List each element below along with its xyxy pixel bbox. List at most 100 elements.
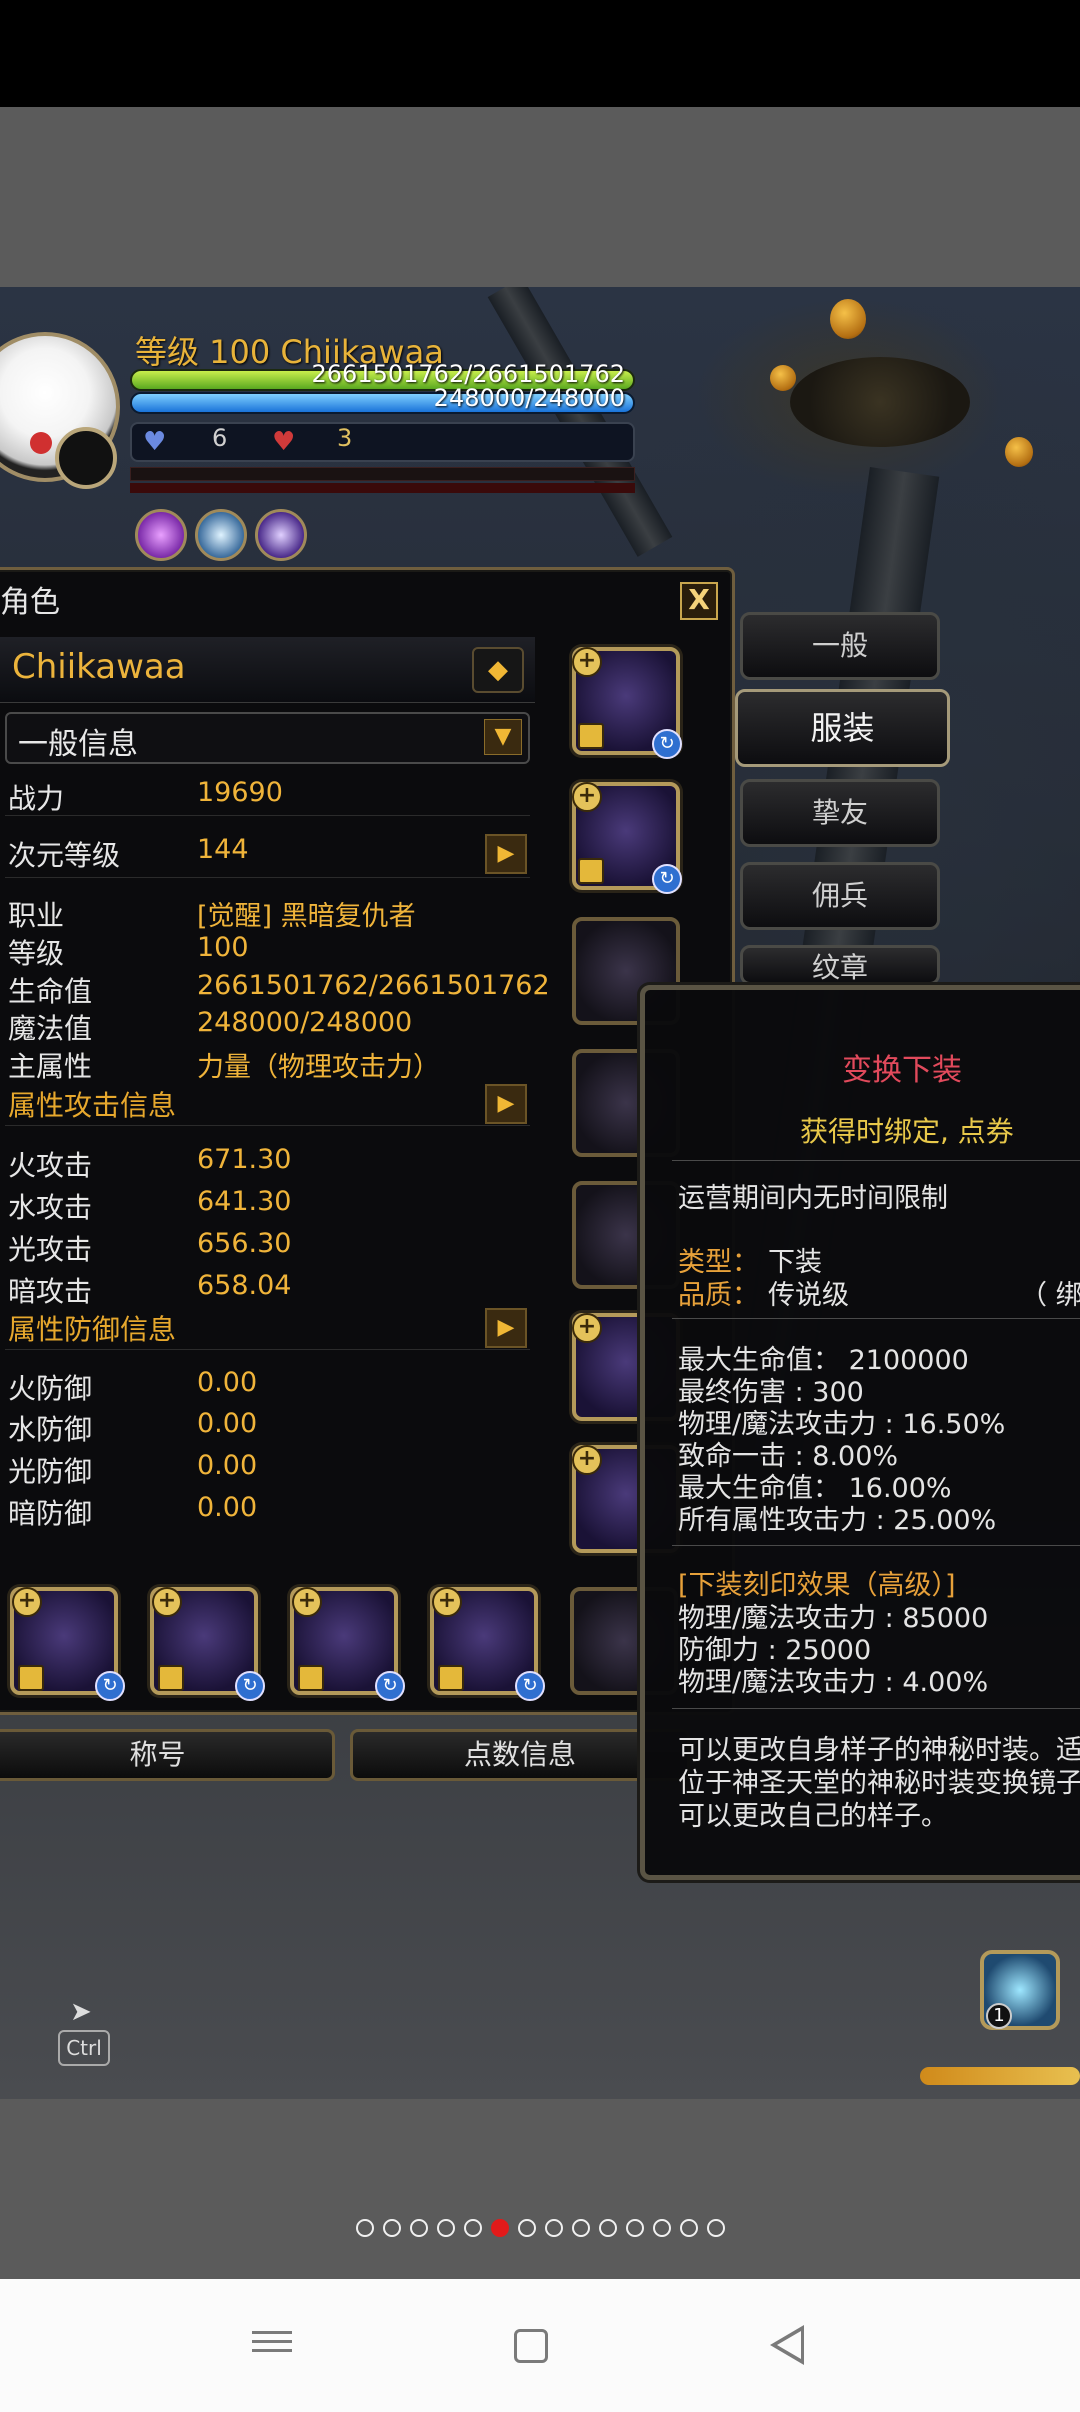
xp-bar [130,467,635,481]
page-dot[interactable] [464,2219,482,2237]
plus-icon: + [572,782,602,812]
stat-label: 水攻击 [8,1191,93,1224]
stat-value: 0.00 [197,1492,258,1523]
lock-icon [18,1665,44,1691]
page-dot[interactable] [545,2219,563,2237]
diamond-button[interactable]: ◆ [472,647,524,693]
page-dot[interactable] [410,2219,428,2237]
stat-label: 光攻击 [8,1233,93,1266]
menu-icon[interactable] [252,2325,292,2365]
stat-value: 248000/248000 [197,1007,413,1038]
sub-bar [130,483,635,493]
stat-label: 火防御 [8,1372,93,1405]
red-buff-count: 3 [337,424,353,452]
tab-emblem[interactable]: 纹章 [740,945,940,985]
buff-skill-icon[interactable] [255,509,307,561]
stat-value: 656.30 [197,1228,292,1259]
page-dot[interactable] [518,2219,536,2237]
lantern [770,365,796,391]
quality-value: 传说级 [768,1280,849,1311]
plus-icon: + [572,1313,602,1343]
chevron-right-icon[interactable]: ▶ [485,1308,527,1348]
swap-icon: ↻ [95,1671,125,1701]
time-limit: 运营期间内无时间限制 [678,1183,948,1214]
blue-heart-icon: ♥ [143,427,167,457]
page-dot[interactable] [707,2219,725,2237]
lock-icon [438,1665,464,1691]
stat-label: 暗防御 [8,1497,93,1530]
swap-icon: ↻ [375,1671,405,1701]
page-dot[interactable] [383,2219,401,2237]
bind-info: 获得时绑定, 点券 [800,1115,1014,1148]
tab-general[interactable]: 一般 [740,612,940,680]
stat-value: 671.30 [197,1144,292,1175]
page-dot[interactable] [680,2219,698,2237]
stat-value: 力量（物理攻击力） [197,1052,440,1083]
stat-label: 火攻击 [8,1149,93,1182]
status-bar [0,0,1080,107]
item-count-badge: 1 [986,2003,1012,2029]
close-button[interactable]: X [680,582,718,620]
stat-label: 次元等级 [8,839,121,872]
lantern [830,299,866,339]
title-button[interactable]: 称号 [0,1729,335,1781]
page-dot[interactable] [572,2219,590,2237]
divider [5,815,530,816]
stat-value: 0.00 [197,1367,258,1398]
stat-label: 光防御 [8,1455,93,1488]
divider [672,1160,1080,1161]
swap-icon: ↻ [515,1671,545,1701]
swap-icon: ↻ [652,864,682,894]
description-line: 可以更改自己的样子。 [678,1801,948,1832]
tab-fashion[interactable]: 服装 [735,689,950,767]
window-title: 角色 [0,585,60,620]
page-dot[interactable] [437,2219,455,2237]
page-dot[interactable] [626,2219,644,2237]
cursor-icon: ➤ [70,1997,92,2027]
avatar-subframe [55,427,117,489]
quality-suffix: （ 绑 [1020,1280,1080,1311]
chevron-down-icon[interactable]: ▼ [484,719,522,755]
page-dot[interactable] [356,2219,374,2237]
divider [5,1349,530,1350]
stat-value: 100 [197,932,249,963]
mp-text: 248000/248000 [433,384,625,412]
plus-icon: + [572,1445,602,1475]
stat-value: 0.00 [197,1408,258,1439]
stat-value: 144 [197,834,249,865]
bottom-letterbox [0,2099,1080,2279]
lock-icon [298,1665,324,1691]
stat-label: 生命值 [8,975,93,1008]
page-dot[interactable] [653,2219,671,2237]
swap-icon: ↻ [652,729,682,759]
stat-value: 658.04 [197,1270,292,1301]
points-info-button[interactable]: 点数信息 [350,1729,690,1781]
page-dot[interactable] [599,2219,617,2237]
lantern [1005,437,1033,467]
page-dot-active[interactable] [491,2219,509,2237]
stat-value: 641.30 [197,1186,292,1217]
stat-value: 2661501762/2661501762 [197,970,550,1001]
divider [672,1318,1080,1319]
quality-label: 品质： [678,1280,759,1311]
buff-skill-icon[interactable] [195,509,247,561]
plus-icon: + [292,1587,322,1617]
chevron-right-icon[interactable]: ▶ [485,834,527,874]
home-icon[interactable] [514,2329,548,2363]
buff-skill-icon[interactable] [135,509,187,561]
stat-label: 等级 [8,937,65,970]
section-heading: 属性攻击信息 [8,1089,177,1122]
divider [672,1708,1080,1709]
stat-label: 水防御 [8,1413,93,1446]
back-icon-inner [777,2331,801,2359]
blue-buff-count: 6 [212,424,228,452]
nest [790,357,970,447]
divider [672,1545,1080,1546]
plus-icon: + [432,1587,462,1617]
tab-friend[interactable]: 挚友 [740,779,940,847]
info-dropdown-value: 一般信息 [18,727,138,762]
tab-mercenary[interactable]: 佣兵 [740,862,940,930]
lock-icon [578,858,604,884]
plus-icon: + [152,1587,182,1617]
chevron-right-icon[interactable]: ▶ [485,1084,527,1124]
